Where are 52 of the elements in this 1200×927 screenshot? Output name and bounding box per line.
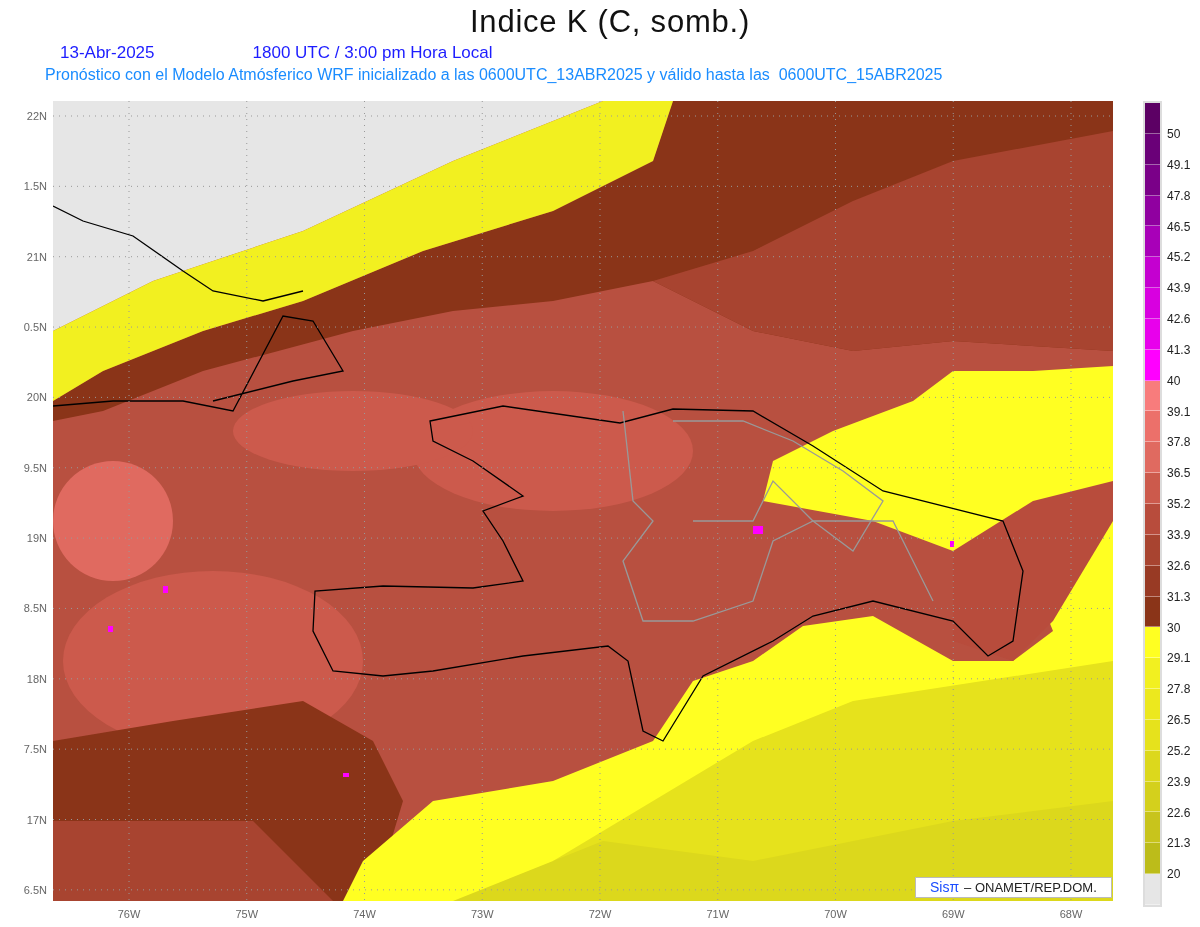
colorbar-label: 49.1 [1167, 157, 1191, 172]
colorbar-label: 26.5 [1167, 713, 1191, 728]
forecast-description: Pronóstico con el Modelo Atmósferico WRF inicializado a las 0600UTC_13ABR2025 y válido hasta las 0600UTC_15ABR2025 [45, 66, 943, 83]
longitude-label: 71W [706, 907, 730, 921]
chart-title: Indice K (C, somb.) [470, 3, 750, 41]
latitude-label: 19N [26, 531, 47, 546]
colorbar-label: 31.3 [1167, 589, 1191, 604]
longitude-label: 73W [470, 907, 494, 921]
colorbar-label: 37.8 [1167, 435, 1191, 450]
brand-label: Sisπ [930, 878, 960, 897]
longitude-label: 74W [353, 907, 376, 921]
colorbar-label: 46.5 [1167, 219, 1191, 234]
colorbar-label: 40 [1167, 373, 1181, 388]
latitude-label: 21N [26, 249, 47, 264]
longitude-label: 75W [235, 907, 259, 921]
colorbar-label: 22.6 [1167, 805, 1191, 820]
latitude-label: 1.5N [23, 179, 47, 194]
colorbar-label: 47.8 [1167, 188, 1191, 203]
colorbar-label: 32.6 [1167, 558, 1191, 573]
colorbar-label: 21.3 [1167, 836, 1191, 851]
latitude-label: 18N [26, 671, 47, 686]
colorbar-label: 29.1 [1167, 651, 1191, 666]
colorbar-label: 36.5 [1167, 466, 1191, 481]
latitude-label: 6.5N [23, 882, 47, 897]
longitude-label: 69W [941, 907, 965, 921]
colorbar-label: 43.9 [1167, 281, 1191, 296]
colorbar-label: 33.9 [1167, 527, 1191, 542]
latitude-label: 8.5N [23, 601, 47, 616]
colorbar-label: 25.2 [1167, 743, 1191, 758]
longitude-label: 72W [588, 907, 612, 921]
colorbar-label: 20 [1167, 867, 1181, 882]
latitude-label: 7.5N [23, 742, 47, 757]
colorbar-label: 41.3 [1167, 342, 1191, 357]
longitude-label: 68W [1059, 907, 1083, 921]
latitude-label: 22N [26, 109, 47, 123]
colorbar-label: 42.6 [1167, 312, 1191, 327]
time-label: 1800 UTC / 3:00 pm Hora Local [252, 43, 493, 63]
colorbar-label: 27.8 [1167, 682, 1191, 697]
latitude-label: 20N [26, 390, 47, 405]
colorbar-label: 45.2 [1167, 250, 1191, 265]
longitude-label: 76W [117, 907, 141, 921]
latitude-label: 0.5N [23, 320, 47, 335]
credit-text: – ONAMET/REP.DOM. [964, 878, 1097, 897]
latitude-label: 17N [26, 812, 47, 827]
date-label: 13-Abr-2025 [60, 43, 155, 63]
longitude-label: 70W [824, 907, 847, 921]
colorbar-label: 39.1 [1167, 404, 1191, 419]
latitude-label: 9.5N [23, 460, 47, 475]
colorbar-label: 50 [1167, 127, 1181, 141]
colorbar-label: 35.2 [1167, 497, 1191, 512]
colorbar-label: 23.9 [1167, 774, 1191, 789]
colorbar-label: 30 [1167, 620, 1181, 635]
